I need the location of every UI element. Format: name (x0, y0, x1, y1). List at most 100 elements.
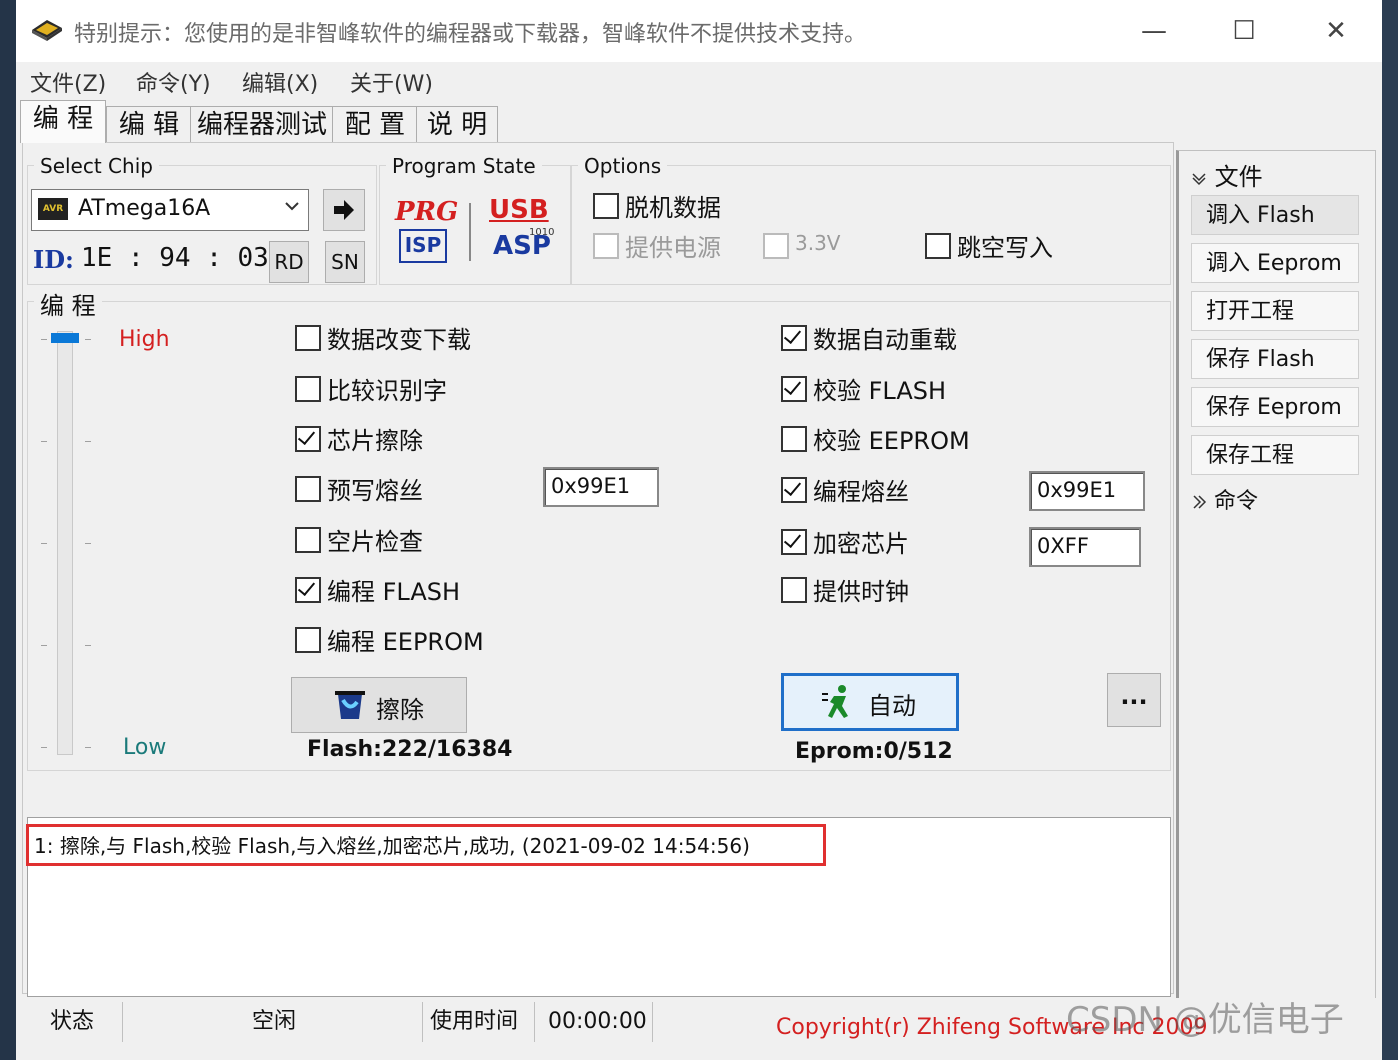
file-section-label: 文件 (1214, 163, 1263, 191)
checkbox-label: 编程 EEPROM (327, 628, 484, 656)
left-check-1[interactable]: 比较识别字 (295, 374, 515, 405)
slider-tick (41, 441, 47, 442)
checkbox-label: 加密芯片 (813, 530, 909, 558)
menu-bar: 文件(Z) 命令(Y) 编辑(X) 关于(W) (16, 62, 1382, 100)
time-value: 00:00:00 (548, 1009, 647, 1034)
checkbox-label: 校验 FLASH (813, 377, 947, 405)
checkmark-icon (783, 529, 802, 549)
checkbox-box (295, 577, 321, 603)
left-check-5[interactable]: 编程 FLASH (295, 575, 515, 606)
maximize-button[interactable]: ☐ (1214, 8, 1274, 54)
title-bar: 特别提示：您使用的是非智峰软件的编程器或下载器，智峰软件不提供技术支持。 — ☐… (16, 0, 1382, 62)
slider-tick (85, 441, 91, 442)
checkbox-box (593, 193, 619, 219)
program-state-title: Program State (386, 154, 542, 178)
isp-indicator: ISP (399, 229, 447, 263)
select-chip-title: Select Chip (34, 154, 159, 178)
state-divider (469, 203, 471, 261)
tab-config[interactable]: 配 置 (332, 106, 418, 144)
program-fuse-input[interactable]: 0x99E1 (1029, 471, 1145, 511)
menu-command[interactable]: 命令(Y) (136, 66, 211, 98)
time-label: 使用时间 (430, 1009, 519, 1034)
sn-button[interactable]: SN (325, 241, 365, 283)
save-flash-button[interactable]: 保存 Flash (1191, 339, 1359, 379)
rd-button[interactable]: RD (269, 241, 309, 283)
erase-button[interactable]: 擦除 (291, 677, 467, 733)
menu-file[interactable]: 文件(Z) (30, 66, 106, 98)
checkmark-icon (297, 577, 316, 597)
checkbox-box (781, 426, 807, 452)
checkbox-box (763, 233, 789, 259)
chevron-down-icon (284, 198, 300, 219)
chip-select[interactable]: AVR ATmega16A (31, 189, 309, 231)
file-section-header[interactable]: 文件 (1191, 157, 1263, 192)
app-chip-icon (30, 16, 64, 42)
detect-chip-button[interactable] (323, 189, 365, 231)
slider-tick (85, 747, 91, 748)
prewrite-fuse-input[interactable]: 0x99E1 (543, 467, 659, 507)
right-check-0[interactable]: 数据自动重载 (781, 323, 1001, 354)
status-bar: 状态 空闲 使用时间 00:00:00 Copyright(r) Zhifeng… (16, 998, 1382, 1048)
slider-tick (41, 339, 47, 340)
right-check-2[interactable]: 校验 EEPROM (781, 424, 1001, 455)
checkbox-box (295, 627, 321, 653)
left-check-4[interactable]: 空片检查 (295, 525, 515, 556)
checkbox-box (295, 325, 321, 351)
supply-power-checkbox[interactable]: 提供电源 (593, 231, 743, 262)
command-section-header[interactable]: 命令 (1191, 483, 1258, 515)
flash-usage: Flash:222/16384 (307, 737, 513, 762)
checkbox-box (295, 376, 321, 402)
slider-tick (85, 645, 91, 646)
trash-icon (335, 691, 365, 719)
csdn-watermark: CSDN @优信电子 (1066, 1000, 1344, 1040)
checkbox-box (925, 233, 951, 259)
save-project-button[interactable]: 保存工程 (1191, 435, 1359, 475)
tab-programmer-test[interactable]: 编程器测试 (190, 106, 334, 144)
chip-name: ATmega16A (78, 196, 211, 221)
more-options-button[interactable]: ... (1107, 673, 1161, 727)
level-slider[interactable] (57, 331, 73, 755)
auto-button[interactable]: 自动 (781, 673, 959, 731)
chip-signature: 1E : 94 : 03 (81, 243, 269, 273)
right-check-5[interactable]: 提供时钟 (781, 575, 1001, 606)
prg-label: PRG (395, 197, 459, 227)
tab-help[interactable]: 说 明 (416, 106, 498, 144)
left-check-0[interactable]: 数据改变下载 (295, 323, 515, 354)
left-check-3[interactable]: 预写熔丝 (295, 474, 515, 505)
status-label: 状态 (50, 1009, 95, 1034)
open-project-button[interactable]: 打开工程 (1191, 291, 1359, 331)
offline-data-checkbox[interactable]: 脱机数据 (593, 191, 743, 222)
checkbox-label: 数据自动重载 (813, 326, 957, 354)
slider-tick (85, 543, 91, 544)
right-check-1[interactable]: 校验 FLASH (781, 374, 1001, 405)
left-check-6[interactable]: 编程 EEPROM (295, 625, 515, 656)
level-slider-thumb[interactable] (51, 333, 79, 343)
tab-program[interactable]: 编 程 (20, 100, 106, 143)
skip-blank-checkbox[interactable]: 跳空写入 (925, 231, 1075, 262)
chevron-right-icon (1193, 495, 1207, 509)
supply-power-label: 提供电源 (625, 234, 721, 262)
load-flash-button[interactable]: 调入 Flash (1191, 195, 1359, 235)
arrow-right-icon (334, 200, 354, 220)
slider-tick (41, 645, 47, 646)
running-man-icon (822, 685, 848, 718)
menu-about[interactable]: 关于(W) (350, 66, 433, 98)
lock-bits-input[interactable]: 0XFF (1029, 527, 1141, 567)
bits-label: 1010 (529, 227, 555, 238)
log-area[interactable]: 1: 擦除,与 Flash,校验 Flash,与入熔丝,加密芯片,成功, (20… (26, 817, 1171, 997)
checkbox-box (295, 426, 321, 452)
load-eeprom-button[interactable]: 调入 Eeprom (1191, 243, 1359, 283)
save-eeprom-button[interactable]: 保存 Eeprom (1191, 387, 1359, 427)
options-group: Options (571, 154, 1171, 285)
level-high-label: High (119, 327, 170, 352)
menu-edit[interactable]: 编辑(X) (242, 66, 318, 98)
minimize-button[interactable]: — (1124, 8, 1184, 54)
left-check-2[interactable]: 芯片擦除 (295, 424, 515, 455)
checkbox-box (781, 325, 807, 351)
status-value: 空闲 (252, 1009, 297, 1034)
right-check-4[interactable]: 加密芯片 (781, 527, 1001, 558)
tab-edit[interactable]: 编 辑 (106, 106, 192, 144)
right-check-3[interactable]: 编程熔丝 (781, 475, 1001, 506)
close-button[interactable]: ✕ (1306, 8, 1366, 54)
v33-checkbox[interactable]: 3.3V (763, 231, 853, 261)
